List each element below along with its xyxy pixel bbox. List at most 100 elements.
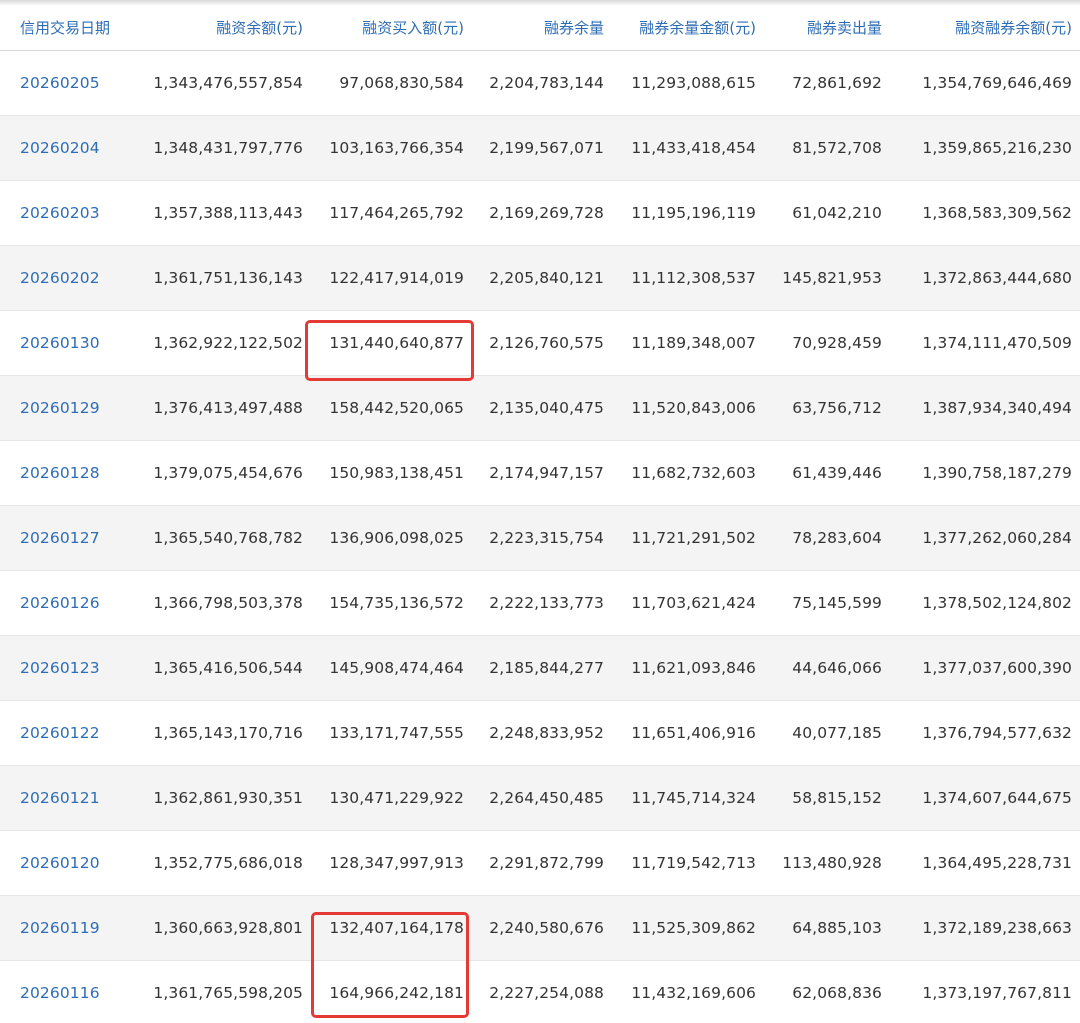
short-amount-cell: 11,433,418,454 xyxy=(612,115,764,181)
short-sell-volume-cell: 61,439,446 xyxy=(764,440,890,506)
table-row: 20260130 1,362,922,122,502 131,440,640,877… xyxy=(0,310,1080,376)
trade-date-link[interactable]: 20260122 xyxy=(20,724,100,742)
short-amount-cell: 11,195,196,119 xyxy=(612,180,764,246)
trade-date-cell: 20260119 xyxy=(0,895,135,961)
margin-balance-cell: 1,365,143,170,716 xyxy=(135,700,311,766)
trade-date-link[interactable]: 20260116 xyxy=(20,984,100,1002)
trade-date-link[interactable]: 20260120 xyxy=(20,854,100,872)
total-balance-cell: 1,372,189,238,663 xyxy=(890,895,1080,961)
short-amount-cell: 11,520,843,006 xyxy=(612,375,764,441)
short-volume-cell: 2,240,580,676 xyxy=(472,895,612,961)
header-margin-buy[interactable]: 融资买入额(元) xyxy=(311,6,472,51)
trade-date-link[interactable]: 20260129 xyxy=(20,399,100,417)
table-row: 20260121 1,362,861,930,351 130,471,229,922… xyxy=(0,765,1080,831)
short-volume-cell: 2,199,567,071 xyxy=(472,115,612,181)
short-volume-cell: 2,205,840,121 xyxy=(472,245,612,311)
short-sell-volume-cell: 81,572,708 xyxy=(764,115,890,181)
trade-date-link[interactable]: 20260121 xyxy=(20,789,100,807)
table-row: 20260116 1,361,765,598,205 164,966,242,181… xyxy=(0,960,1080,1023)
table-row: 20260203 1,357,388,113,443 117,464,265,792… xyxy=(0,180,1080,246)
total-balance-cell: 1,377,037,600,390 xyxy=(890,635,1080,701)
short-sell-volume-cell: 44,646,066 xyxy=(764,635,890,701)
table-row: 20260120 1,352,775,686,018 128,347,997,913… xyxy=(0,830,1080,896)
trade-date-cell: 20260120 xyxy=(0,830,135,896)
margin-buy-cell: 132,407,164,178 xyxy=(311,895,472,961)
table-row: 20260129 1,376,413,497,488 158,442,520,065… xyxy=(0,375,1080,441)
trade-date-cell: 20260205 xyxy=(0,50,135,116)
trade-date-link[interactable]: 20260204 xyxy=(20,139,100,157)
header-short-sell-volume[interactable]: 融券卖出量 xyxy=(764,6,890,51)
trade-date-cell: 20260126 xyxy=(0,570,135,636)
margin-balance-cell: 1,376,413,497,488 xyxy=(135,375,311,441)
margin-balance-cell: 1,348,431,797,776 xyxy=(135,115,311,181)
margin-buy-cell: 136,906,098,025 xyxy=(311,505,472,571)
short-amount-cell: 11,293,088,615 xyxy=(612,50,764,116)
trade-date-cell: 20260123 xyxy=(0,635,135,701)
short-amount-cell: 11,719,542,713 xyxy=(612,830,764,896)
short-sell-volume-cell: 58,815,152 xyxy=(764,765,890,831)
margin-buy-cell: 131,440,640,877 xyxy=(311,310,472,376)
short-sell-volume-cell: 75,145,599 xyxy=(764,570,890,636)
total-balance-cell: 1,359,865,216,230 xyxy=(890,115,1080,181)
margin-balance-cell: 1,362,861,930,351 xyxy=(135,765,311,831)
short-amount-cell: 11,189,348,007 xyxy=(612,310,764,376)
trade-date-link[interactable]: 20260127 xyxy=(20,529,100,547)
short-amount-cell: 11,703,621,424 xyxy=(612,570,764,636)
total-balance-cell: 1,376,794,577,632 xyxy=(890,700,1080,766)
short-sell-volume-cell: 113,480,928 xyxy=(764,830,890,896)
trade-date-link[interactable]: 20260126 xyxy=(20,594,100,612)
trade-date-cell: 20260203 xyxy=(0,180,135,246)
header-total-balance[interactable]: 融资融券余额(元) xyxy=(890,6,1080,51)
margin-buy-cell: 154,735,136,572 xyxy=(311,570,472,636)
margin-balance-cell: 1,360,663,928,801 xyxy=(135,895,311,961)
short-amount-cell: 11,432,169,606 xyxy=(612,960,764,1023)
margin-buy-cell: 128,347,997,913 xyxy=(311,830,472,896)
short-sell-volume-cell: 78,283,604 xyxy=(764,505,890,571)
short-sell-volume-cell: 70,928,459 xyxy=(764,310,890,376)
table-header: 信用交易日期 融资余额(元) 融资买入额(元) 融券余量 融券余量金额(元) 融券卖出量融… xyxy=(0,6,1080,51)
table-body: 20260205 1,343,476,557,854 97,068,830,584 2… xyxy=(0,50,1080,1023)
table-row: 20260119 1,360,663,928,801 132,407,164,178… xyxy=(0,895,1080,961)
trade-date-link[interactable]: 20260123 xyxy=(20,659,100,677)
margin-buy-cell: 97,068,830,584 xyxy=(311,50,472,116)
margin-balance-cell: 1,361,751,136,143 xyxy=(135,245,311,311)
total-balance-cell: 1,373,197,767,811 xyxy=(890,960,1080,1023)
short-sell-volume-cell: 63,756,712 xyxy=(764,375,890,441)
short-volume-cell: 2,169,269,728 xyxy=(472,180,612,246)
short-amount-cell: 11,721,291,502 xyxy=(612,505,764,571)
margin-buy-cell: 133,171,747,555 xyxy=(311,700,472,766)
trade-date-link[interactable]: 20260203 xyxy=(20,204,100,222)
trade-date-link[interactable]: 20260202 xyxy=(20,269,100,287)
table-row: 20260127 1,365,540,768,782 136,906,098,025… xyxy=(0,505,1080,571)
table-row: 20260128 1,379,075,454,676 150,983,138,451… xyxy=(0,440,1080,506)
trade-date-link[interactable]: 20260205 xyxy=(20,74,100,92)
margin-buy-cell: 164,966,242,181 xyxy=(311,960,472,1023)
header-short-amount[interactable]: 融券余量金额(元) xyxy=(612,6,764,51)
short-volume-cell: 2,264,450,485 xyxy=(472,765,612,831)
trade-date-cell: 20260202 xyxy=(0,245,135,311)
margin-buy-cell: 117,464,265,792 xyxy=(311,180,472,246)
margin-balance-cell: 1,362,922,122,502 xyxy=(135,310,311,376)
trade-date-cell: 20260121 xyxy=(0,765,135,831)
total-balance-cell: 1,387,934,340,494 xyxy=(890,375,1080,441)
trade-date-cell: 20260204 xyxy=(0,115,135,181)
trade-date-link[interactable]: 20260119 xyxy=(20,919,100,937)
header-row: 信用交易日期 融资余额(元) 融资买入额(元) 融券余量 融券余量金额(元) 融券卖出量融… xyxy=(0,6,1080,51)
margin-buy-cell: 103,163,766,354 xyxy=(311,115,472,181)
trade-date-link[interactable]: 20260128 xyxy=(20,464,100,482)
short-volume-cell: 2,204,783,144 xyxy=(472,50,612,116)
short-volume-cell: 2,291,872,799 xyxy=(472,830,612,896)
header-trade-date[interactable]: 信用交易日期 xyxy=(0,6,135,51)
total-balance-cell: 1,368,583,309,562 xyxy=(890,180,1080,246)
short-amount-cell: 11,651,406,916 xyxy=(612,700,764,766)
trade-date-cell: 20260128 xyxy=(0,440,135,506)
header-short-volume[interactable]: 融券余量 xyxy=(472,6,612,51)
short-volume-cell: 2,248,833,952 xyxy=(472,700,612,766)
short-volume-cell: 2,227,254,088 xyxy=(472,960,612,1023)
short-volume-cell: 2,126,760,575 xyxy=(472,310,612,376)
short-volume-cell: 2,174,947,157 xyxy=(472,440,612,506)
margin-balance-cell: 1,366,798,503,378 xyxy=(135,570,311,636)
header-margin-balance[interactable]: 融资余额(元) xyxy=(135,6,311,51)
table-row: 20260126 1,366,798,503,378 154,735,136,572… xyxy=(0,570,1080,636)
trade-date-link[interactable]: 20260130 xyxy=(20,334,100,352)
